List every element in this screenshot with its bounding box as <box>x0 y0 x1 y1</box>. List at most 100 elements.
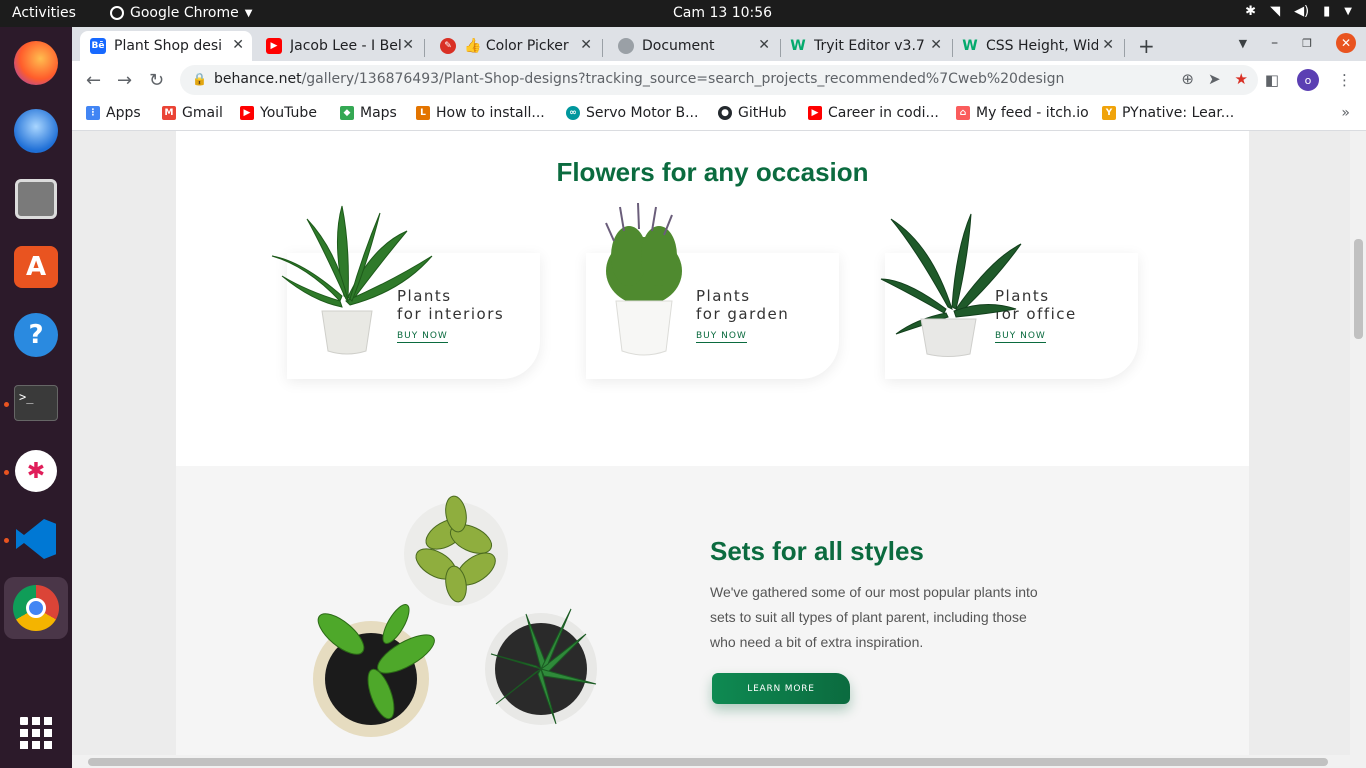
flowers-section: Flowers for any occasion Plants for inter… <box>176 131 1249 466</box>
side-panel-icon[interactable]: ◧ <box>1265 71 1279 89</box>
send-icon[interactable]: ➤ <box>1208 70 1221 88</box>
reload-button[interactable]: ↻ <box>149 70 164 91</box>
close-window-button[interactable]: ✕ <box>1336 33 1356 53</box>
power-menu-icon[interactable]: ▼ <box>1344 6 1352 17</box>
card-label: Plants for garden <box>696 287 790 323</box>
back-button[interactable]: ← <box>86 70 101 91</box>
tab-plant-shop[interactable]: Bē Plant Shop desi ✕ <box>80 31 252 61</box>
bookmark-apps[interactable]: ⋮ Apps <box>86 105 141 121</box>
slack-icon[interactable]: ✱ <box>10 445 62 497</box>
bookmark-how-to-install[interactable]: L How to install... <box>416 105 545 121</box>
tab-tryit-editor[interactable]: W Tryit Editor v3.7 ✕ <box>780 31 950 61</box>
gmail-icon: M <box>162 106 176 120</box>
system-top-bar: Activities Google Chrome ▼ Cam 13 10:56 … <box>0 0 1366 27</box>
terminal-icon[interactable]: >_ <box>10 377 62 429</box>
bookmark-github[interactable]: ● GitHub <box>718 105 787 121</box>
close-tab-icon[interactable]: ✕ <box>930 37 942 53</box>
close-tab-icon[interactable]: ✕ <box>402 37 414 53</box>
app-menu[interactable]: Google Chrome ▼ <box>110 5 252 21</box>
restore-button[interactable]: ❐ <box>1302 37 1312 50</box>
running-indicator <box>4 402 9 407</box>
close-tab-icon[interactable]: ✕ <box>232 37 244 53</box>
page-viewport: Flowers for any occasion Plants for inter… <box>72 131 1366 768</box>
bookmarks-bar: ⋮ Apps M Gmail ▶ YouTube ◆ Maps L How to inst… <box>72 99 1366 131</box>
close-tab-icon[interactable]: ✕ <box>580 37 592 53</box>
files-icon[interactable] <box>10 173 62 225</box>
peace-lily-plant-image <box>271 205 433 355</box>
globe-icon <box>618 38 634 54</box>
browser-toolbar: ← → ↻ 🔒 behance.net/gallery/136876493/Pl… <box>72 61 1366 99</box>
slack-tray-icon[interactable]: ✱ <box>1245 4 1256 19</box>
sets-description: We've gathered some of our most popular … <box>710 584 1038 650</box>
youtube-icon: ▶ <box>808 106 822 120</box>
tab-youtube[interactable]: ▶ Jacob Lee - I Bel ✕ <box>256 31 422 61</box>
thunderbird-icon[interactable] <box>10 105 62 157</box>
bookmark-maps[interactable]: ◆ Maps <box>340 105 397 121</box>
software-center-icon[interactable]: A <box>10 241 62 293</box>
tab-title: Tryit Editor v3.7 <box>814 38 925 54</box>
firefox-icon[interactable] <box>10 37 62 89</box>
chrome-icon[interactable] <box>4 577 68 639</box>
url-text[interactable]: behance.net/gallery/136876493/Plant-Shop… <box>214 71 1064 87</box>
bookmark-pynative[interactable]: Y PYnative: Lear... <box>1102 105 1234 121</box>
menu-kebab-icon[interactable]: ⋮ <box>1337 71 1352 89</box>
app-name-label: Google Chrome <box>130 5 239 21</box>
running-indicator <box>4 470 9 475</box>
github-icon: ● <box>718 106 732 120</box>
bookmark-itch-io[interactable]: ⌂ My feed - itch.io <box>956 105 1089 121</box>
itch-io-icon: ⌂ <box>956 106 970 120</box>
lock-icon[interactable]: 🔒 <box>192 72 207 86</box>
zoom-icon[interactable]: ⊕ <box>1181 70 1194 88</box>
tab-css-height[interactable]: W CSS Height, Wid ✕ <box>952 31 1122 61</box>
more-bookmarks-icon[interactable]: » <box>1341 105 1350 121</box>
tab-divider <box>1124 39 1125 57</box>
tab-color-picker[interactable]: ✎ 👍 Color Picker ✕ <box>430 31 600 61</box>
vertical-scrollbar[interactable] <box>1350 131 1366 768</box>
chrome-window: Bē Plant Shop desi ✕ ▶ Jacob Lee - I Bel… <box>72 27 1366 768</box>
youtube-icon: ▶ <box>266 38 282 54</box>
tab-title: CSS Height, Wid <box>986 38 1098 54</box>
address-bar[interactable]: 🔒 behance.net/gallery/136876493/Plant-Sh… <box>180 65 1258 95</box>
window-controls: ▼ – ❐ ✕ <box>1239 33 1356 53</box>
tab-title: Document <box>642 38 715 54</box>
vscode-icon[interactable] <box>10 513 62 565</box>
system-tray[interactable]: ✱ ◥ ◀) ▮ ▼ <box>1245 4 1352 19</box>
tab-document[interactable]: Document ✕ <box>608 31 778 61</box>
tab-divider <box>424 39 425 57</box>
minimize-button[interactable]: – <box>1271 35 1278 51</box>
vertical-scroll-thumb[interactable] <box>1354 239 1363 339</box>
w3schools-icon: W <box>790 38 806 54</box>
help-icon[interactable]: ? <box>10 309 62 361</box>
arduino-icon: ∞ <box>566 106 580 120</box>
bookmark-star-icon[interactable]: ★ <box>1235 70 1248 88</box>
activities-button[interactable]: Activities <box>12 5 76 21</box>
youtube-icon: ▶ <box>240 106 254 120</box>
sets-section: Sets for all styles We've gathered some … <box>176 466 1249 768</box>
close-tab-icon[interactable]: ✕ <box>1102 37 1114 53</box>
bookmark-career[interactable]: ▶ Career in codi... <box>808 105 939 121</box>
bookmark-youtube[interactable]: ▶ YouTube <box>240 105 317 121</box>
lavender-plant-image <box>605 202 682 356</box>
bookmark-gmail[interactable]: M Gmail <box>162 105 223 121</box>
show-apps-icon[interactable] <box>10 707 62 759</box>
bookmark-servo-motor[interactable]: ∞ Servo Motor B... <box>566 105 698 121</box>
learn-more-button[interactable]: LEARN MORE <box>712 673 850 704</box>
chevron-down-icon: ▼ <box>244 7 253 19</box>
tab-title: Plant Shop desi <box>114 38 223 54</box>
maps-icon: ◆ <box>340 106 354 120</box>
running-indicator <box>4 538 9 543</box>
apps-grid-icon: ⋮ <box>86 106 100 120</box>
horizontal-scrollbar[interactable] <box>72 755 1350 768</box>
buy-now-link[interactable]: BUY NOW <box>696 331 747 343</box>
new-tab-button[interactable]: + <box>1138 34 1155 58</box>
profile-avatar[interactable]: o <box>1297 69 1319 91</box>
forward-button[interactable]: → <box>117 70 132 91</box>
clock[interactable]: Cam 13 10:56 <box>673 5 772 21</box>
close-tab-icon[interactable]: ✕ <box>758 37 770 53</box>
volume-icon: ◀) <box>1294 4 1310 19</box>
horizontal-scroll-thumb[interactable] <box>88 758 1328 766</box>
tab-title: 👍 Color Picker <box>464 38 569 54</box>
pynative-icon: Y <box>1102 106 1116 120</box>
tab-search-icon[interactable]: ▼ <box>1239 37 1247 50</box>
omnibox-actions: ⊕ ➤ ★ <box>1181 70 1248 88</box>
